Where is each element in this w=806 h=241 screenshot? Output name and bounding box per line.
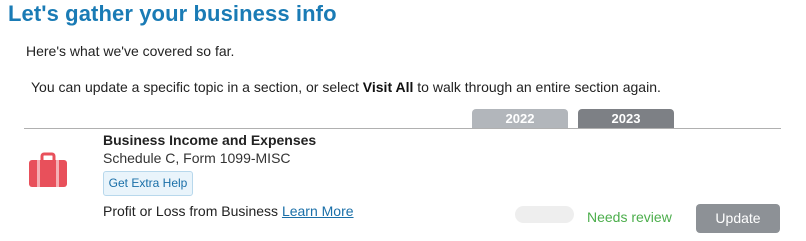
learn-more-link[interactable]: Learn More [282, 203, 354, 219]
business-info-page: Let's gather your business info Here's w… [0, 0, 806, 241]
page-title: Let's gather your business info [8, 1, 337, 26]
visit-all-text: Visit All [362, 79, 414, 95]
year-tab-2023: 2023 [578, 109, 674, 128]
status-needs-review: Needs review [587, 209, 672, 225]
covered-so-far-text: Here's what we've covered so far. [26, 43, 235, 59]
instruction-text: You can update a specific topic in a sec… [31, 79, 661, 95]
section-subtitle: Schedule C, Form 1099-MISC [103, 150, 291, 166]
update-button[interactable]: Update [696, 204, 780, 233]
instruction-prefix: You can update a specific topic in a sec… [31, 79, 363, 95]
section-divider [24, 128, 781, 129]
instruction-suffix: to walk through an entire section again. [413, 79, 661, 95]
redacted-amount [515, 206, 574, 223]
briefcase-icon [29, 152, 67, 187]
profit-loss-row: Profit or Loss from Business Learn More [103, 203, 354, 219]
year-tab-2022: 2022 [472, 109, 568, 128]
section-title: Business Income and Expenses [103, 132, 317, 148]
get-extra-help-button[interactable]: Get Extra Help [103, 171, 193, 196]
profit-loss-label: Profit or Loss from Business [103, 203, 279, 219]
